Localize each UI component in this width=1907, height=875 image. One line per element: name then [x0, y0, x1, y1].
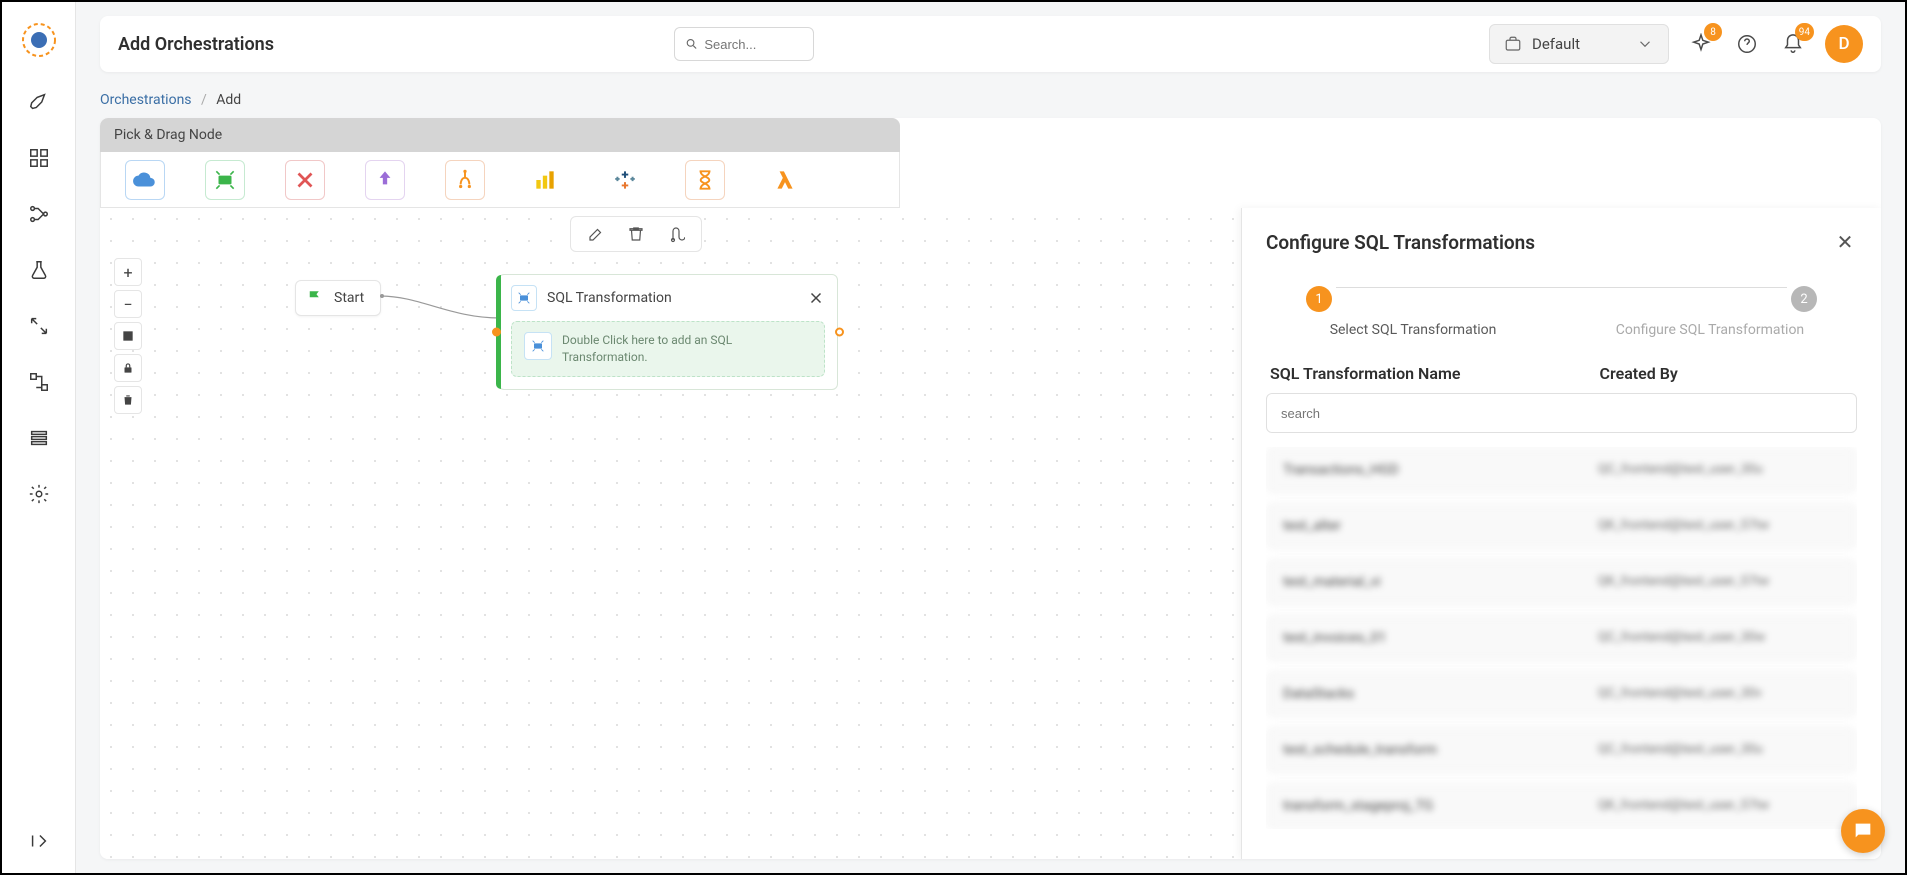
app-sidebar: [2, 2, 76, 873]
palette-header: Pick & Drag Node: [100, 118, 900, 152]
clear-canvas-button[interactable]: [114, 386, 142, 414]
canvas-toolbar: [570, 216, 702, 252]
notifications-badge: 94: [1795, 23, 1814, 41]
palette-node-cancel[interactable]: [285, 160, 325, 200]
palette-node-sql[interactable]: [205, 160, 245, 200]
sql-node-close[interactable]: [807, 289, 825, 307]
lock-button[interactable]: [114, 354, 142, 382]
flag-icon: [306, 289, 324, 307]
palette-node-cloud[interactable]: [125, 160, 165, 200]
sql-placeholder-icon: [524, 332, 552, 360]
chat-icon: [1852, 820, 1874, 842]
workspace-label: Default: [1532, 35, 1626, 53]
briefcase-icon: [1504, 35, 1522, 53]
palette-node-powerbi[interactable]: [525, 160, 565, 200]
sparkle-button[interactable]: 8: [1687, 30, 1715, 58]
pipeline-icon[interactable]: [25, 200, 53, 228]
flask-icon[interactable]: [25, 256, 53, 284]
step-1-label: Select SQL Transformation: [1276, 322, 1550, 338]
node-output-port[interactable]: [835, 327, 844, 336]
list-item[interactable]: test_alterQK_frontend@test_user_57tw: [1266, 503, 1857, 549]
help-icon: [1736, 33, 1758, 55]
zoom-out-button[interactable]: −: [114, 290, 142, 318]
chat-fab[interactable]: [1841, 809, 1885, 853]
sparkle-badge: 8: [1704, 23, 1722, 41]
avatar-letter: D: [1838, 34, 1849, 54]
app-logo: [19, 20, 59, 60]
collapse-sidebar-icon[interactable]: [25, 827, 53, 855]
list-item[interactable]: test_schedule_transformQC_frontend@test_…: [1266, 727, 1857, 773]
sql-transformation-node[interactable]: SQL Transformation Double Click here to …: [498, 274, 838, 390]
node-input-port[interactable]: [492, 327, 501, 336]
palette-node-branch[interactable]: [445, 160, 485, 200]
col-header-name: SQL Transformation Name: [1270, 364, 1600, 383]
workspace-selector[interactable]: Default: [1489, 24, 1669, 64]
sql-node-icon: [511, 285, 537, 311]
panel-close-button[interactable]: ✕: [1833, 230, 1857, 254]
page-title: Add Orchestrations: [118, 34, 274, 55]
step-2[interactable]: 2: [1791, 286, 1817, 312]
delete-button[interactable]: [625, 223, 647, 245]
user-avatar[interactable]: D: [1825, 25, 1863, 63]
palette-node-timer[interactable]: [685, 160, 725, 200]
logs-icon[interactable]: [25, 424, 53, 452]
col-header-createdby: Created By: [1600, 364, 1853, 383]
route-button[interactable]: [665, 223, 687, 245]
fit-view-button[interactable]: [114, 322, 142, 350]
breadcrumb: Orchestrations / Add: [100, 92, 1881, 108]
start-node-label: Start: [334, 290, 364, 306]
breadcrumb-root[interactable]: Orchestrations: [100, 92, 192, 108]
transformation-list: Transactions_HGDQC_frontend@test_user_30…: [1266, 447, 1857, 829]
configure-panel: Configure SQL Transformations ✕ 1 2 Sele…: [1241, 208, 1881, 859]
edge-start-to-sql: [380, 288, 505, 328]
notifications-button[interactable]: 94: [1779, 30, 1807, 58]
list-item[interactable]: transform_stageproj_TGQK_frontend@test_u…: [1266, 783, 1857, 829]
sql-node-placeholder[interactable]: Double Click here to add an SQL Transfor…: [511, 321, 825, 377]
dashboard-icon[interactable]: [25, 144, 53, 172]
zoom-in-button[interactable]: +: [114, 258, 142, 286]
stepper: 1 2: [1306, 286, 1817, 312]
edit-button[interactable]: [585, 223, 607, 245]
list-item[interactable]: test_invoices_01QC_frontend@test_user_30…: [1266, 615, 1857, 661]
zoom-controls: + −: [114, 258, 142, 414]
global-search-input[interactable]: [704, 37, 803, 52]
topbar: Add Orchestrations Default 8: [100, 16, 1881, 72]
sql-node-hint: Double Click here to add an SQL Transfor…: [562, 332, 812, 366]
step-2-label: Configure SQL Transformation: [1573, 322, 1847, 338]
orchestration-icon[interactable]: [25, 368, 53, 396]
palette-node-lambda[interactable]: [765, 160, 805, 200]
transform-icon[interactable]: [25, 312, 53, 340]
settings-icon[interactable]: [25, 480, 53, 508]
palette-node-upload[interactable]: [365, 160, 405, 200]
search-icon: [685, 36, 698, 52]
panel-search-input[interactable]: [1266, 393, 1857, 433]
rocket-icon[interactable]: [25, 88, 53, 116]
step-1[interactable]: 1: [1306, 286, 1332, 312]
node-palette: [100, 152, 900, 208]
list-item[interactable]: test_material_viQK_frontend@test_user_57…: [1266, 559, 1857, 605]
list-item[interactable]: Transactions_HGDQC_frontend@test_user_30…: [1266, 447, 1857, 493]
sql-node-title: SQL Transformation: [547, 290, 797, 306]
palette-node-tableau[interactable]: [605, 160, 645, 200]
help-button[interactable]: [1733, 30, 1761, 58]
orchestration-canvas[interactable]: + − Start: [100, 208, 1881, 859]
start-node[interactable]: Start: [295, 280, 381, 316]
breadcrumb-current: Add: [216, 92, 241, 108]
panel-title: Configure SQL Transformations: [1266, 231, 1833, 254]
list-item[interactable]: DataStacksQC_frontend@test_user_30v: [1266, 671, 1857, 717]
global-search[interactable]: [674, 27, 814, 61]
chevron-down-icon: [1636, 35, 1654, 53]
